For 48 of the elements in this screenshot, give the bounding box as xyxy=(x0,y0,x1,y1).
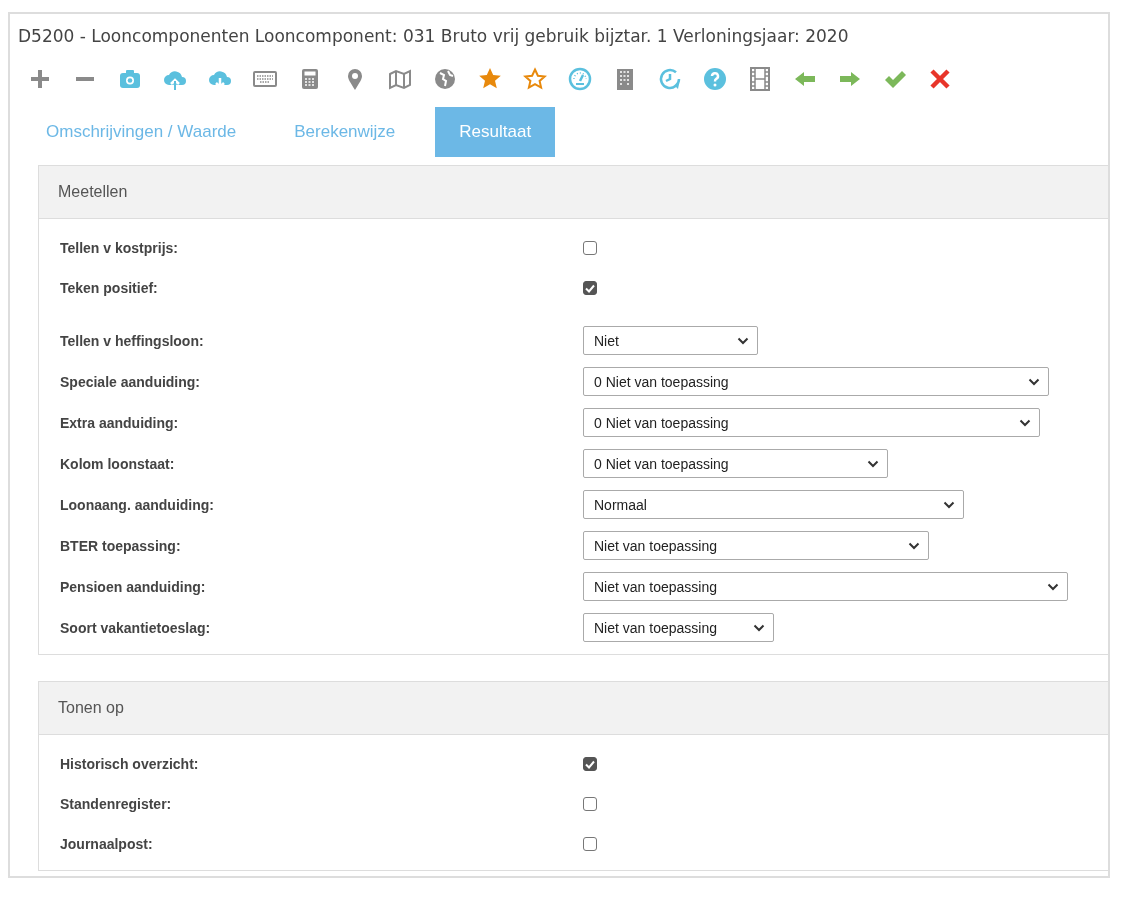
dropdown[interactable]: Niet xyxy=(583,326,758,355)
help-icon[interactable] xyxy=(703,67,727,91)
film-icon[interactable] xyxy=(748,67,772,91)
chevron-down-icon xyxy=(1028,377,1040,386)
gauge-icon[interactable] xyxy=(568,67,592,91)
checkbox[interactable] xyxy=(583,797,597,811)
chevron-down-icon xyxy=(867,459,879,468)
chevron-down-icon xyxy=(753,623,765,632)
field-label: BTER toepassing: xyxy=(59,537,182,554)
chevron-down-icon xyxy=(737,336,749,345)
globe-icon[interactable] xyxy=(433,67,457,91)
star-outline-icon[interactable] xyxy=(523,67,547,91)
checkbox[interactable] xyxy=(583,837,597,851)
chevron-down-icon xyxy=(1047,582,1059,591)
dropdown[interactable]: Niet van toepassing xyxy=(583,572,1068,601)
field-label: Speciale aanduiding: xyxy=(59,373,202,390)
star-icon[interactable] xyxy=(478,67,502,91)
section-header: Meetellen xyxy=(39,166,1108,219)
chevron-down-icon xyxy=(908,541,920,550)
dropdown[interactable]: Niet van toepassing xyxy=(583,613,774,642)
field-label: Standenregister: xyxy=(59,796,173,812)
field-label: Kolom loonstaat: xyxy=(59,455,176,472)
field-label: Soort vakantietoeslag: xyxy=(59,619,212,636)
field-label: Extra aanduiding: xyxy=(59,414,180,431)
dropdown[interactable]: 0 Niet van toepassing xyxy=(583,408,1040,437)
dropdown[interactable]: Normaal xyxy=(583,490,964,519)
dropdown[interactable]: Niet van toepassing xyxy=(583,531,929,560)
field-label: Historisch overzicht: xyxy=(59,756,200,772)
section-header: Tonen op xyxy=(39,682,1108,735)
chevron-down-icon xyxy=(1019,418,1031,427)
camera-icon[interactable] xyxy=(118,67,142,91)
field-label: Teken positief: xyxy=(59,280,159,296)
plus-icon[interactable] xyxy=(28,67,52,91)
chevron-down-icon xyxy=(943,500,955,509)
field-label: Loonaang. aanduiding: xyxy=(59,496,215,513)
close-icon[interactable] xyxy=(928,67,952,91)
window-title: D5200 - Looncomponenten Looncomponent: 031 Bruto vrij gebruik bijztar. 1 Verloningsjaar: 2020 xyxy=(17,25,850,48)
field-label: Pensioen aanduiding: xyxy=(59,578,207,595)
map-icon[interactable] xyxy=(388,67,412,91)
checkbox[interactable] xyxy=(583,757,597,771)
clock-refresh-icon[interactable] xyxy=(658,67,682,91)
field-label: Tellen v kostprijs: xyxy=(59,240,179,256)
field-label: Journaalpost: xyxy=(59,836,154,852)
checkbox[interactable] xyxy=(583,281,597,295)
dropdown[interactable]: 0 Niet van toepassing xyxy=(583,449,888,478)
field-label: Tellen v heffingsloon: xyxy=(59,332,205,349)
dropdown[interactable]: 0 Niet van toepassing xyxy=(583,367,1049,396)
checkbox[interactable] xyxy=(583,241,597,255)
